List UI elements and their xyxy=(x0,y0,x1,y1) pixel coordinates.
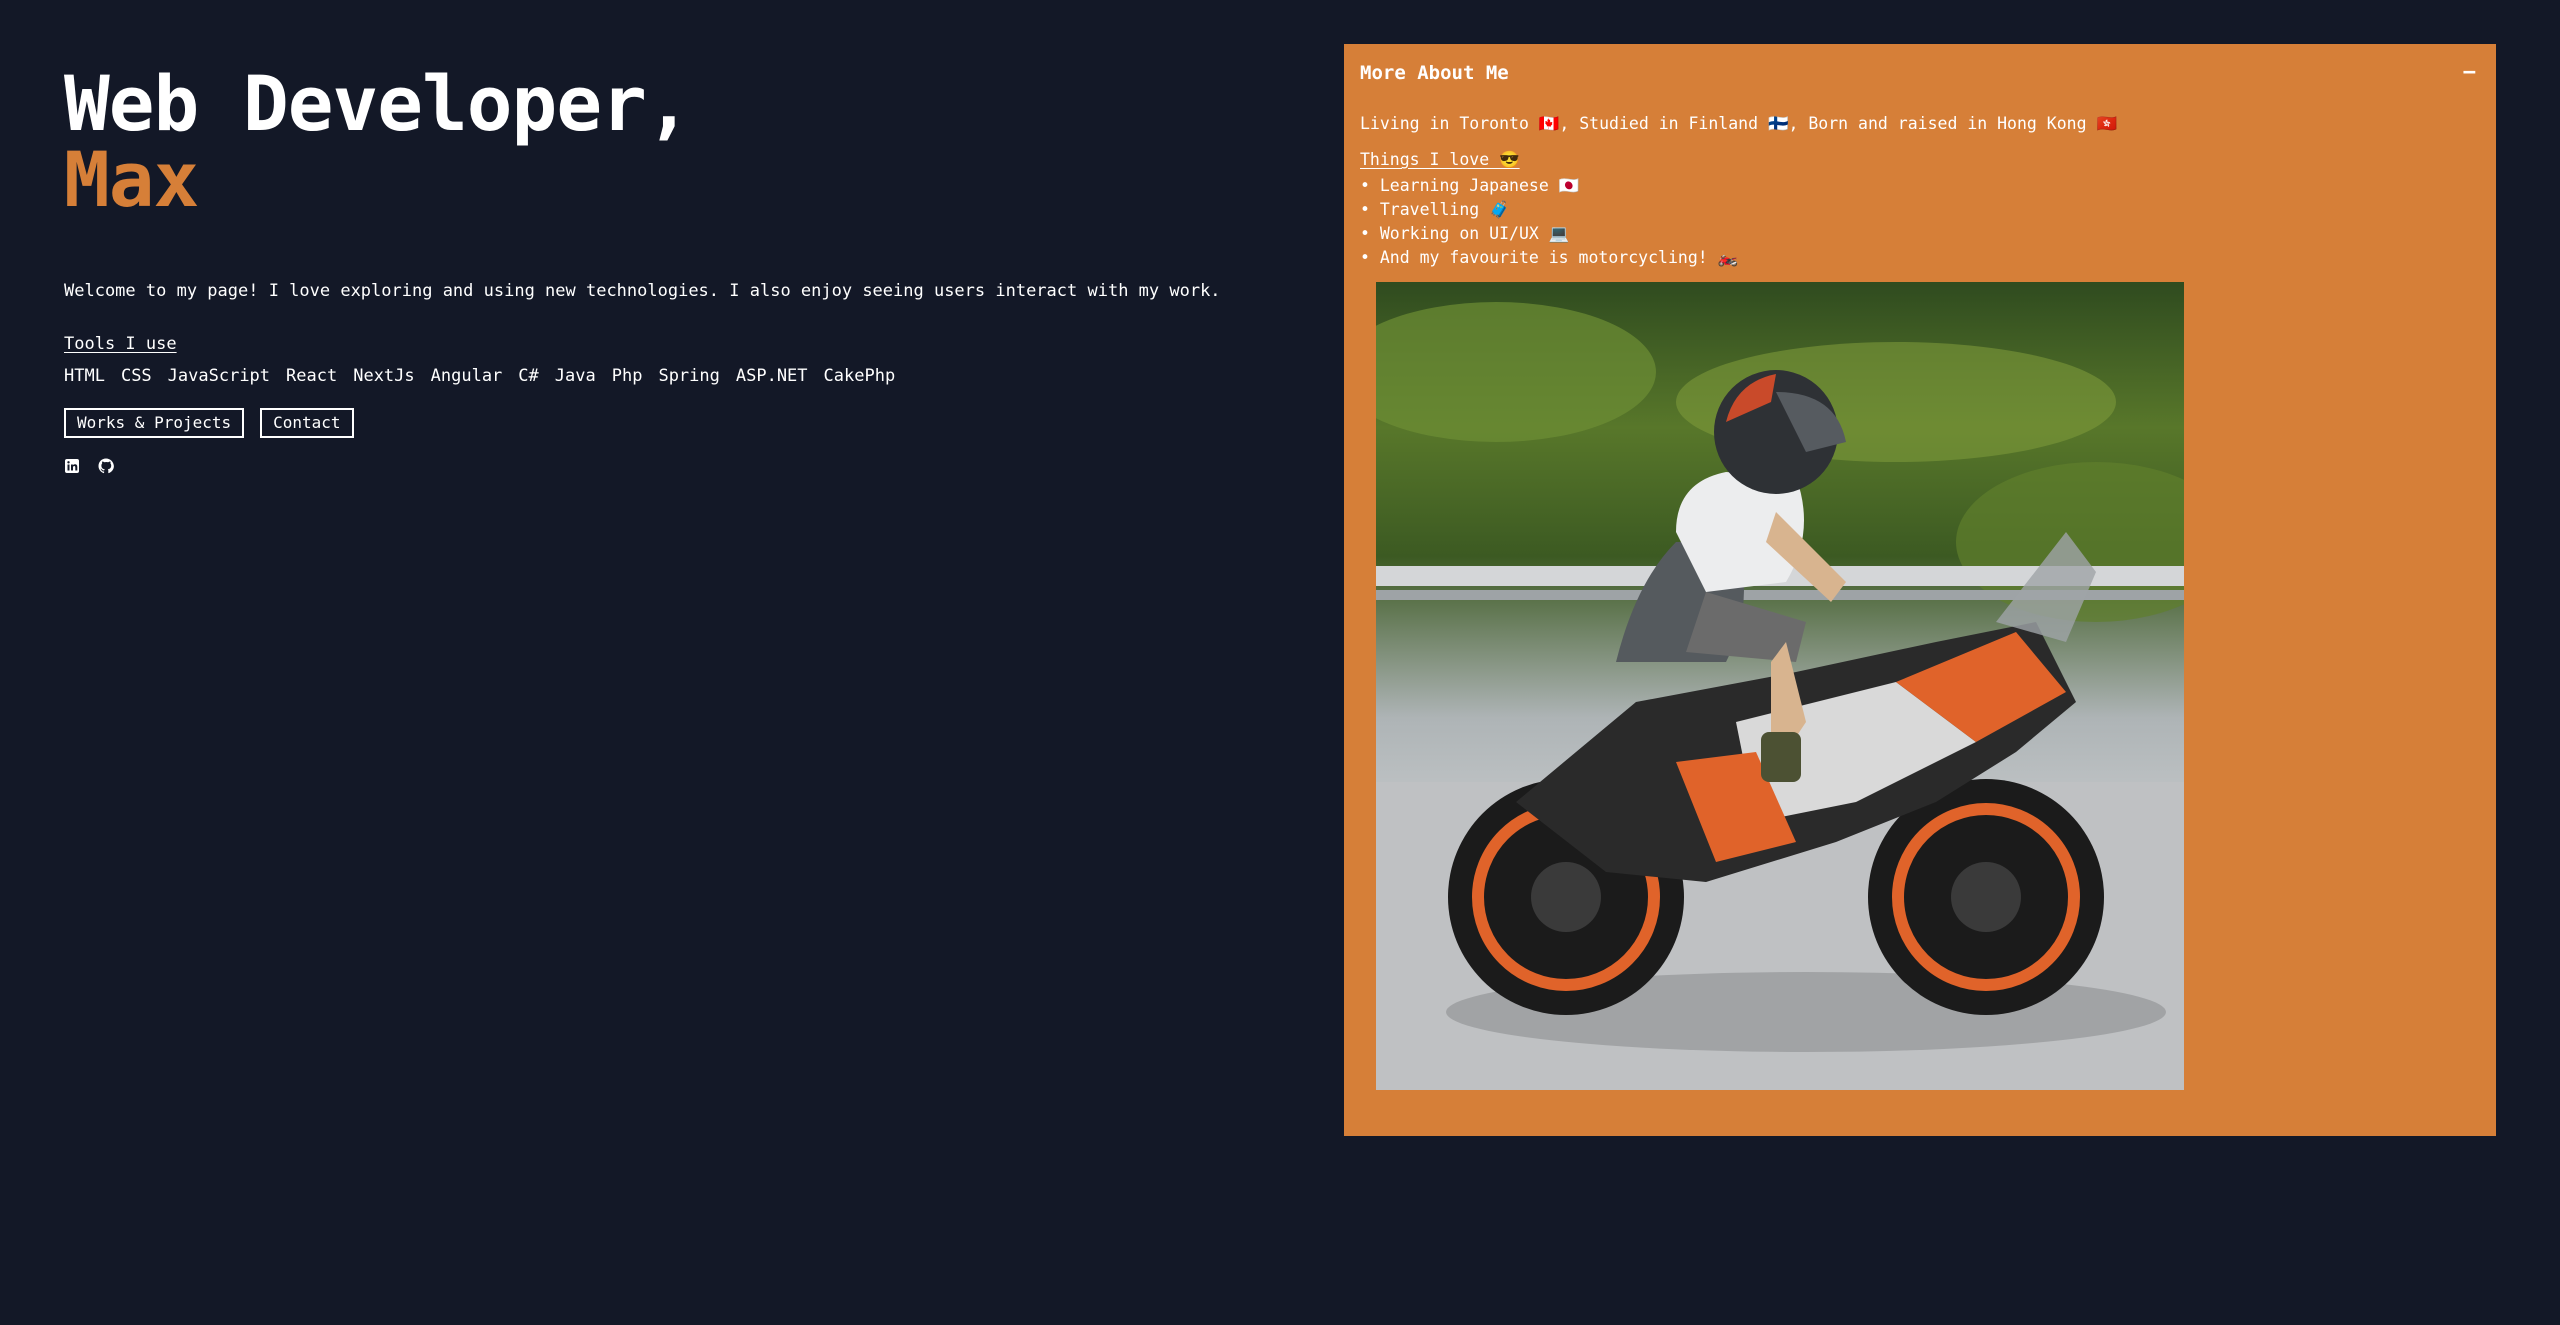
minimize-button[interactable]: − xyxy=(2459,62,2480,84)
about-panel-header: More About Me − xyxy=(1360,62,2480,85)
hero-title: Web Developer, Max xyxy=(64,66,1264,218)
tools-list: HTML CSS JavaScript React NextJs Angular… xyxy=(64,366,1264,386)
linkedin-icon[interactable] xyxy=(64,458,80,474)
social-links xyxy=(64,458,1264,474)
list-item: And my favourite is motorcycling! 🏍️ xyxy=(1360,246,2480,270)
tool-item: Php xyxy=(611,366,643,386)
intro-section: Web Developer, Max Welcome to my page! I… xyxy=(64,66,1264,474)
things-heading: Things I love 😎 xyxy=(1360,150,1520,169)
github-icon[interactable] xyxy=(98,458,114,474)
tool-item: C# xyxy=(518,366,539,386)
tool-item: Java xyxy=(554,366,596,386)
hero-title-line1: Web Developer, xyxy=(64,59,692,148)
tool-item: HTML xyxy=(64,366,105,386)
living-text: Living in Toronto 🇨🇦, Studied in Finland… xyxy=(1360,114,2118,133)
things-list: Learning Japanese 🇯🇵 Travelling 🧳 Workin… xyxy=(1360,174,2480,270)
tool-item: Angular xyxy=(430,366,503,386)
page: Web Developer, Max Welcome to my page! I… xyxy=(0,0,2560,1325)
tool-item: React xyxy=(286,366,338,386)
about-panel: More About Me − Living in Toronto 🇨🇦, St… xyxy=(1344,44,2496,1136)
works-projects-button[interactable]: Works & Projects xyxy=(64,408,245,438)
list-item: Travelling 🧳 xyxy=(1360,198,2480,222)
tool-item: CakePhp xyxy=(823,366,896,386)
button-row: Works & Projects Contact xyxy=(64,408,1264,438)
intro-text: Welcome to my page! I love exploring and… xyxy=(64,281,1221,301)
tool-item: JavaScript xyxy=(167,366,271,386)
tools-heading: Tools I use xyxy=(64,334,177,354)
tool-item: CSS xyxy=(120,366,152,386)
tool-item: NextJs xyxy=(353,366,415,386)
list-item: Learning Japanese 🇯🇵 xyxy=(1360,174,2480,198)
motorcycle-photo xyxy=(1376,282,2184,1090)
hero-name: Max xyxy=(64,135,199,224)
tool-item: ASP.NET xyxy=(735,366,808,386)
list-item: Working on UI/UX 💻 xyxy=(1360,222,2480,246)
contact-button[interactable]: Contact xyxy=(260,408,354,438)
about-title: More About Me xyxy=(1360,62,1509,84)
tool-item: Spring xyxy=(658,366,720,386)
